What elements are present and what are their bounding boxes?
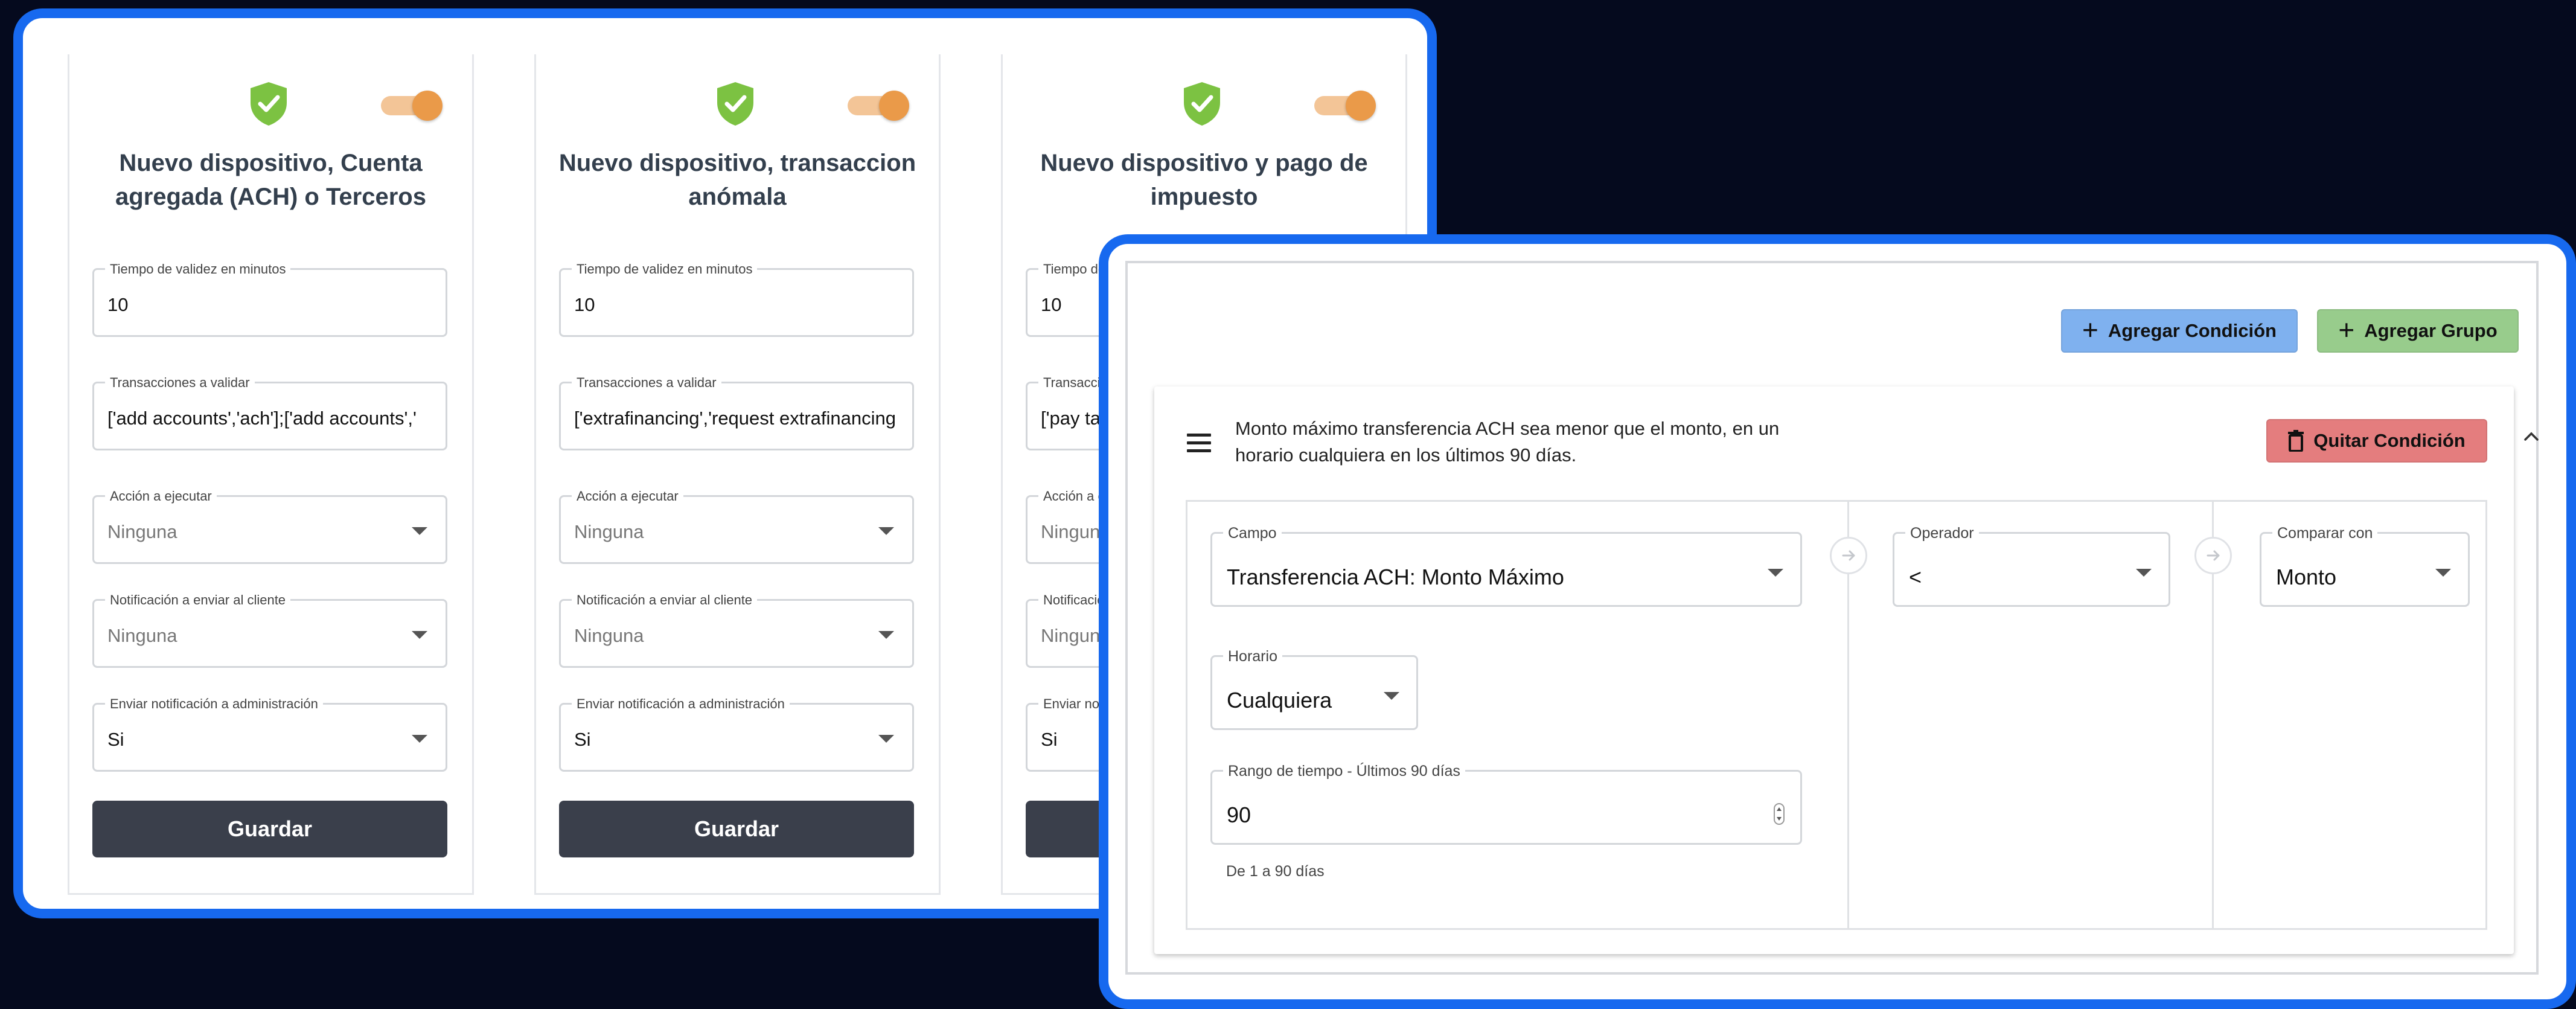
- caret-down-icon: [412, 527, 427, 535]
- caret-down-icon: [412, 631, 427, 639]
- rule-enabled-toggle[interactable]: [1314, 91, 1376, 121]
- condition-fields: Campo Transferencia ACH: Monto Máximo Op…: [1186, 500, 2487, 930]
- plus-icon: +: [2338, 314, 2355, 345]
- chevron-up-icon[interactable]: [2522, 428, 2540, 446]
- caret-down-icon: [878, 735, 894, 743]
- caret-down-icon: [1384, 692, 1399, 700]
- trash-icon: [2288, 430, 2304, 452]
- shield-check-icon: [251, 82, 287, 126]
- plus-icon: +: [2082, 314, 2098, 345]
- shield-check-icon: [1184, 82, 1220, 126]
- save-button[interactable]: Guardar: [559, 801, 914, 857]
- condition-group: + Agregar Condición + Agregar Grupo Mont…: [1125, 261, 2539, 975]
- rule-card: Nuevo dispositivo, Cuenta agregada (ACH)…: [68, 54, 474, 895]
- shield-check-icon: [717, 82, 753, 126]
- caret-down-icon: [1768, 569, 1783, 577]
- remove-condition-button[interactable]: Quitar Condición: [2266, 419, 2487, 463]
- rule-enabled-toggle[interactable]: [381, 91, 443, 121]
- time-range-helper: De 1 a 90 días: [1226, 863, 1325, 880]
- transactions-input[interactable]: Transacciones a validar ['add accounts',…: [92, 374, 447, 450]
- caret-down-icon: [878, 631, 894, 639]
- action-select[interactable]: Acción a ejecutar Ninguna: [559, 488, 914, 564]
- validity-minutes-input[interactable]: Tiempo de validez en minutos 10: [559, 261, 914, 337]
- caret-down-icon: [878, 527, 894, 535]
- condition-description: Monto máximo transferencia ACH sea menor…: [1235, 418, 1780, 466]
- operator-select[interactable]: Operador <: [1893, 525, 2170, 607]
- time-range-input[interactable]: Rango de tiempo - Últimos 90 días 90: [1210, 763, 1802, 845]
- rule-title: Nuevo dispositivo, transaccion anómala: [558, 150, 916, 210]
- arrow-right-icon: [1830, 537, 1867, 574]
- validity-minutes-input[interactable]: Tiempo de validez en minutos 10: [92, 261, 447, 337]
- caret-down-icon: [2136, 569, 2152, 577]
- client-notification-select[interactable]: Notificación a enviar al cliente Ninguna: [92, 592, 447, 668]
- action-select[interactable]: Acción a ejecutar Ninguna: [92, 488, 447, 564]
- schedule-select[interactable]: Horario Cualquiera: [1210, 648, 1418, 730]
- condition-editor-panel: + Agregar Condición + Agregar Grupo Mont…: [1099, 234, 2576, 1009]
- caret-down-icon: [2435, 569, 2451, 577]
- condition-card: Monto máximo transferencia ACH sea menor…: [1154, 386, 2539, 954]
- rule-title: Nuevo dispositivo, Cuenta agregada (ACH)…: [115, 150, 426, 210]
- rule-title: Nuevo dispositivo y pago de impuesto: [1040, 150, 1368, 210]
- save-button[interactable]: Guardar: [92, 801, 447, 857]
- admin-notification-select[interactable]: Enviar notificación a administración Si: [559, 696, 914, 772]
- admin-notification-select[interactable]: Enviar notificación a administración Si: [92, 696, 447, 772]
- number-stepper-icon[interactable]: [1774, 803, 1785, 825]
- rule-card: Nuevo dispositivo, transaccion anómala T…: [534, 54, 941, 895]
- compare-with-select[interactable]: Comparar con Monto: [2260, 525, 2470, 607]
- field-select[interactable]: Campo Transferencia ACH: Monto Máximo: [1210, 525, 1802, 607]
- drag-handle-icon[interactable]: [1187, 434, 1211, 453]
- arrow-right-icon: [2194, 537, 2232, 574]
- client-notification-select[interactable]: Notificación a enviar al cliente Ninguna: [559, 592, 914, 668]
- caret-down-icon: [412, 735, 427, 743]
- rule-enabled-toggle[interactable]: [848, 91, 909, 121]
- add-group-button[interactable]: + Agregar Grupo: [2317, 309, 2519, 353]
- add-condition-button[interactable]: + Agregar Condición: [2061, 309, 2298, 353]
- transactions-input[interactable]: Transacciones a validar ['extrafinancing…: [559, 374, 914, 450]
